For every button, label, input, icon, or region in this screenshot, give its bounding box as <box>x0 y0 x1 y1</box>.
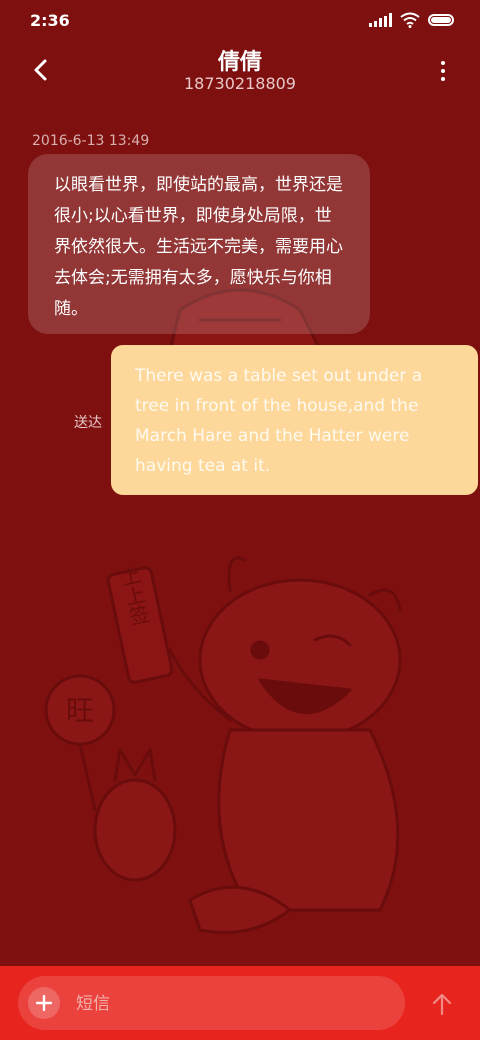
status-icons <box>369 12 454 28</box>
wifi-icon <box>400 12 420 28</box>
arrow-up-icon <box>432 993 452 1015</box>
fan-text: 旺 <box>66 694 94 727</box>
add-attachment-button[interactable] <box>28 987 60 1019</box>
more-vertical-icon <box>441 61 445 65</box>
delivery-status: 送达 <box>74 415 102 431</box>
status-bar: 2:36 <box>0 0 480 40</box>
signal-icon <box>369 13 392 27</box>
battery-icon <box>428 14 454 26</box>
status-time: 2:36 <box>30 11 70 30</box>
compose-bar <box>0 966 480 1040</box>
send-button[interactable] <box>424 986 460 1022</box>
compose-field <box>18 976 405 1030</box>
contact-name: 倩倩 <box>217 50 262 75</box>
outgoing-message-bubble[interactable]: There was a table set out under a tree i… <box>111 345 478 495</box>
plus-icon <box>36 995 52 1011</box>
more-options-button[interactable] <box>428 54 458 88</box>
contact-number: 18730218809 <box>184 74 296 93</box>
message-input[interactable] <box>74 988 398 1020</box>
incoming-message-bubble[interactable]: 以眼看世界，即使站的最高，世界还是很小;以心看世界，即使身处局限，世界依然很大。… <box>28 154 370 334</box>
message-timestamp: 2016-6-13 13:49 <box>32 133 150 149</box>
